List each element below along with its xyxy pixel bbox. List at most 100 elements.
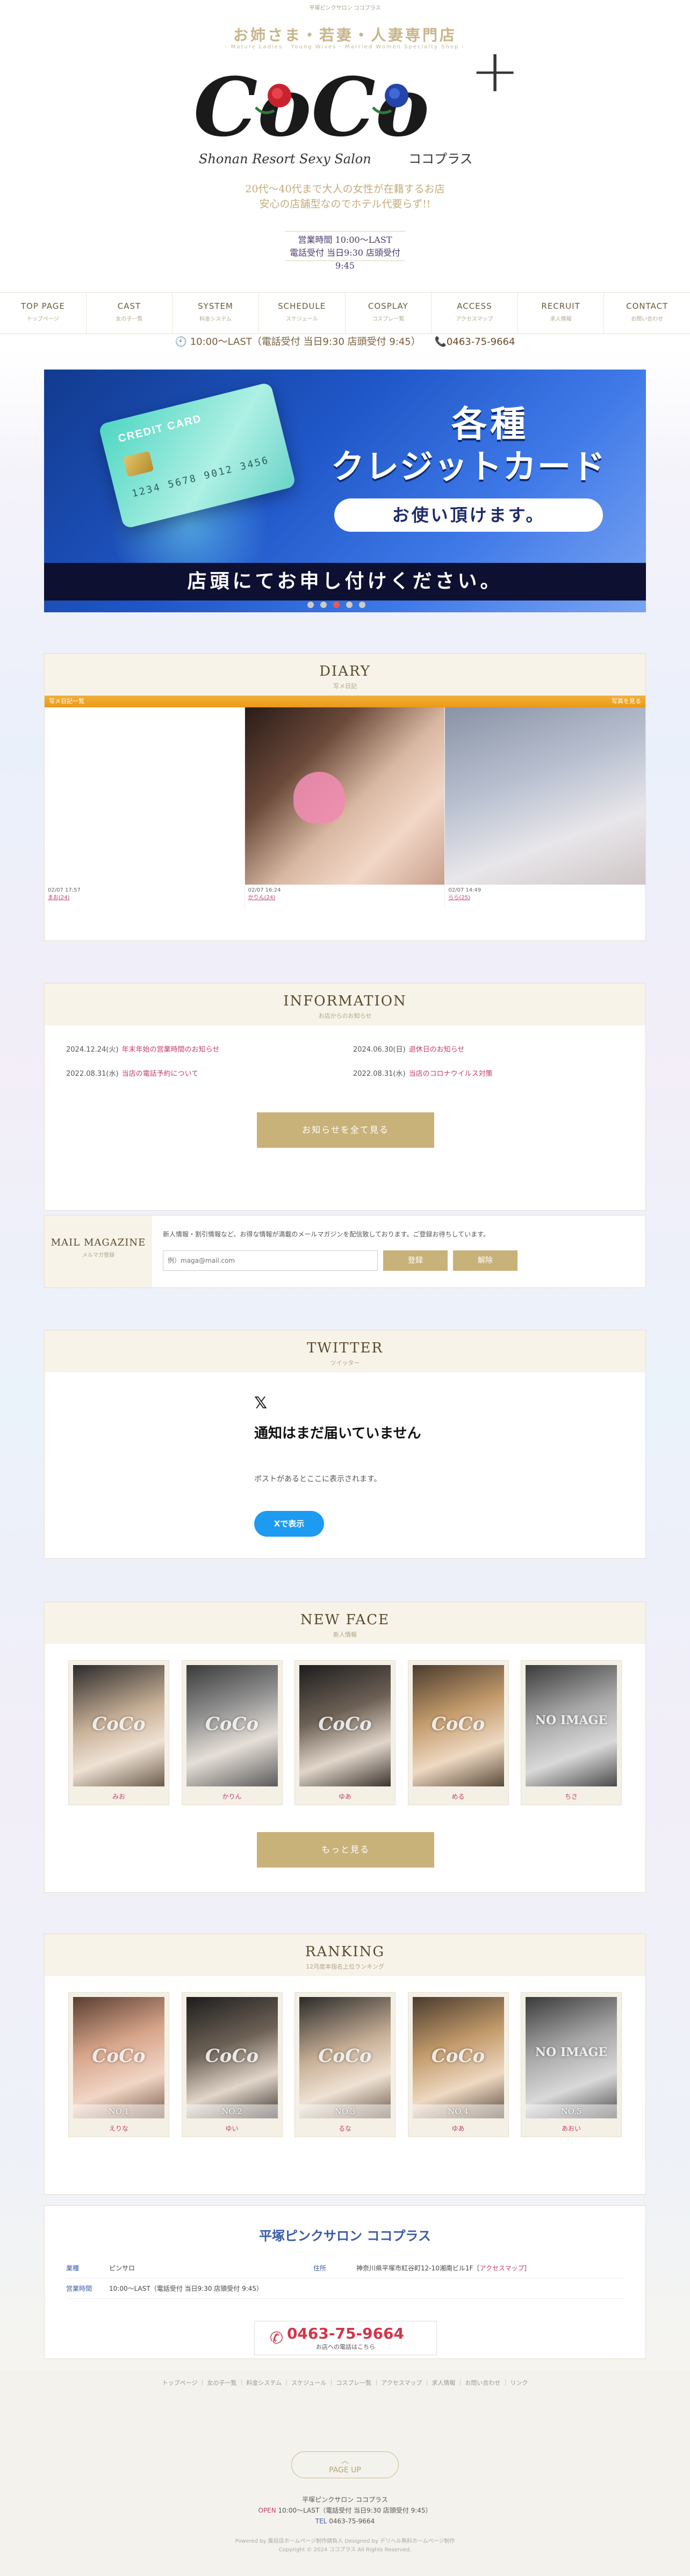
footer-shop-name: 平塚ピンクサロン ココプラス	[302, 2496, 388, 2503]
cast-card[interactable]: CoCo める	[407, 1660, 509, 1805]
cast-photo: CoCo NO.3	[299, 1997, 391, 2118]
rank-badge: NO.3	[299, 2104, 391, 2118]
mail-register-button[interactable]: 登録	[383, 1250, 448, 1271]
nav-item-contact[interactable]: CONTACT お問い合わせ	[604, 293, 690, 334]
nav-item-schedule[interactable]: SCHEDULE スケジュール	[259, 293, 346, 334]
footer-copyright: Copyright © 2024 ココプラス All Rights Reserv…	[278, 2547, 412, 2553]
newface-more-button[interactable]: もっと見る	[257, 1832, 434, 1868]
ranking-card[interactable]: CoCo NO.4 ゆあ	[407, 1992, 509, 2137]
info-more-button[interactable]: お知らせを全て見る	[257, 1112, 434, 1148]
nav-item-recruit[interactable]: RECRUIT 求人情報	[518, 293, 605, 334]
info-link[interactable]: 当店のコロナウイルス対策	[409, 1070, 493, 1078]
newface-header: NEW FACE 新人情報	[45, 1602, 645, 1644]
mail-form: 登録 解除	[163, 1250, 518, 1271]
info-item[interactable]: 2022.08.31(水) 当店のコロナウイルス対策	[353, 1068, 624, 1078]
slider-dot[interactable]	[320, 602, 327, 608]
logo-graphic: CoCo + Shonan Resort Sexy Salon ココプラス	[193, 37, 520, 167]
info-link[interactable]: 当店の電話予約について	[122, 1070, 199, 1078]
info-item[interactable]: 2024.12.24(火) 年末年始の営業時間のお知らせ	[66, 1044, 337, 1054]
tel-button[interactable]: ✆ 0463-75-9664 お店への電話はこちら	[254, 2321, 437, 2355]
diary-header: DIARY 写メ日記	[45, 654, 645, 696]
shop-hours-value: 10:00～LAST（電話受付 当日9:30 店頭受付 9:45）	[109, 2278, 313, 2299]
nav-item-cosplay[interactable]: COSPLAY コスプレ一覧	[346, 293, 432, 334]
diary-item[interactable]: 02/07 17:57 まお(24)	[45, 707, 245, 908]
footer-tel-value[interactable]: 0463-75-9664	[329, 2517, 375, 2525]
shop-address-label: 住所	[313, 2258, 356, 2278]
cast-photo: CoCo	[73, 1665, 164, 1786]
mail-unregister-button[interactable]: 解除	[453, 1250, 518, 1271]
diary-photo	[445, 707, 646, 885]
cast-card[interactable]: CoCo かりん	[181, 1660, 283, 1805]
diary-more-link[interactable]: 写真を見る	[612, 696, 641, 707]
nav-item-access[interactable]: ACCESS アクセスマップ	[432, 293, 518, 334]
page-up-button[interactable]: ︿ PAGE UP	[291, 2451, 399, 2478]
hero-banner[interactable]: CREDIT CARD 1234 5678 9012 3456 各種 クレジット…	[44, 370, 646, 612]
heart-sticker-icon	[293, 772, 345, 823]
header-catch: 20代～40代まで大人の女性が在籍するお店 安心の店舗型なのでホテル代要らず!!	[0, 182, 690, 212]
banner-pill: お使い頂けます。	[334, 498, 603, 532]
slider-dot[interactable]	[346, 602, 353, 608]
diary-name[interactable]: らら(25)	[448, 894, 642, 902]
ranking-card[interactable]: CoCo NO.3 るな	[294, 1992, 396, 2137]
phone-icon: 📞	[434, 336, 447, 348]
photo-watermark: CoCo	[205, 2045, 259, 2067]
slider-dot[interactable]	[359, 602, 365, 608]
footer-links[interactable]: トップページ ｜ 女の子一覧 ｜ 料金システム ｜ スケジュール ｜ コスプレ一…	[0, 2378, 690, 2387]
nav-jp: アクセスマップ	[456, 316, 493, 322]
cast-card[interactable]: NO IMAGE ちさ	[521, 1660, 622, 1805]
cast-name: ゆい	[225, 2125, 239, 2132]
shop-info-section: 平塚ピンクサロン ココプラス 業種 ピンサロ 住所 神奈川県平塚市紅谷町12-1…	[44, 2205, 646, 2359]
info-date: 2022.08.31(水)	[353, 1070, 406, 1078]
photo-watermark: CoCo	[205, 1713, 259, 1735]
info-link[interactable]: 退休日のお知らせ	[409, 1046, 465, 1054]
diary-item[interactable]: 02/07 16:24 かりん(24)	[245, 707, 445, 908]
nav-jp: 料金システム	[199, 316, 232, 322]
nav-item-cast[interactable]: CAST 女の子一覧	[87, 293, 173, 334]
hours-line-1: 営業時間 10:00～LAST	[298, 235, 392, 245]
nav-item-system[interactable]: SYSTEM 料金システム	[172, 293, 259, 334]
rank-badge: NO.5	[526, 2104, 617, 2118]
nav-en: RECRUIT	[541, 301, 580, 311]
shop-type-label: 業種	[66, 2258, 109, 2278]
diary-list-link[interactable]: 写メ日記一覧	[49, 698, 84, 705]
ranking-card[interactable]: CoCo NO.2 ゆい	[181, 1992, 283, 2137]
diary-date: 02/07 14:49	[448, 887, 481, 893]
diary-meta: 02/07 17:57 まお(24)	[45, 885, 245, 904]
slider-dot[interactable]	[307, 602, 314, 608]
photo-watermark: CoCo	[431, 1713, 485, 1735]
info-item[interactable]: 2024.06.30(日) 退休日のお知らせ	[353, 1044, 624, 1054]
twitter-empty-title: 通知はまだ届いていません	[254, 1426, 421, 1442]
ranking-card[interactable]: CoCo NO.1 えりな	[68, 1992, 169, 2137]
nav-jp: トップページ	[26, 316, 59, 322]
card-label: CREDIT CARD	[117, 413, 203, 445]
diary-item[interactable]: 02/07 14:49 らら(25)	[445, 707, 646, 908]
view-on-x-button[interactable]: Xで表示	[254, 1511, 324, 1537]
info-header: INFORMATION お店からのお知らせ	[45, 983, 645, 1025]
shop-address: 神奈川県平塚市紅谷町12-10湘南ビル1F［アクセスマップ］	[356, 2258, 624, 2278]
cast-photo: CoCo NO.2	[186, 1997, 278, 2118]
slider-dots	[307, 602, 365, 608]
cast-name: みお	[112, 1793, 125, 1800]
cast-card[interactable]: CoCo みお	[68, 1660, 169, 1805]
diary-section: DIARY 写メ日記 写メ日記一覧 写真を見る 02/07 17:57 まお(24…	[44, 653, 646, 941]
access-map-link[interactable]: アクセスマップ	[479, 2264, 524, 2272]
cast-name: かりん	[222, 1793, 242, 1800]
banner-heading-2: クレジットカード	[330, 447, 606, 486]
site-logo[interactable]: CoCo + Shonan Resort Sexy Salon ココプラス	[183, 37, 527, 173]
email-field[interactable]	[163, 1250, 378, 1271]
diary-name[interactable]: まお(24)	[48, 894, 241, 902]
ranking-card[interactable]: NO IMAGE NO.5 あおい	[521, 1992, 622, 2137]
cast-card[interactable]: CoCo ゆあ	[294, 1660, 396, 1805]
nav-item-top[interactable]: TOP PAGE トップページ	[0, 293, 87, 334]
slider-dot-active[interactable]	[333, 602, 340, 608]
shop-hours-label: 営業時間	[66, 2278, 109, 2299]
ranking-header: RANKING 12月度本指名上位ランキング	[45, 1934, 645, 1976]
x-logo-icon: 𝕏	[254, 1394, 268, 1413]
mail-magazine-section: MAIL MAGAZINE メルマガ登録 新人情報・割引情報など、お得な情報が満…	[44, 1215, 646, 1288]
page-up-label: PAGE UP	[329, 2466, 361, 2474]
diary-name[interactable]: かりん(24)	[248, 894, 442, 902]
photo-watermark: CoCo	[92, 2045, 146, 2067]
info-link[interactable]: 年末年始の営業時間のお知らせ	[122, 1046, 220, 1054]
info-tel-link[interactable]: 📞0463-75-9664	[435, 336, 515, 348]
info-item[interactable]: 2022.08.31(水) 当店の電話予約について	[66, 1068, 337, 1078]
